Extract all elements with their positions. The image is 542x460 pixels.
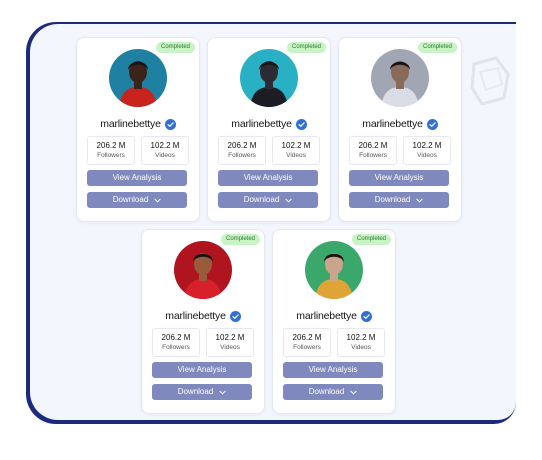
status-badge: Completed	[351, 234, 391, 245]
avatar-image	[174, 241, 232, 299]
followers-value: 206.2 M	[161, 333, 191, 342]
avatar-image	[240, 49, 298, 107]
followers-label: Followers	[293, 344, 321, 351]
profile-card: Completed marlinebettye 206.2 M Follower…	[76, 37, 200, 222]
followers-stat: 206.2 M Followers	[218, 136, 266, 165]
followers-stat: 206.2 M Followers	[152, 328, 200, 357]
view-analysis-label: View Analysis	[112, 173, 162, 182]
followers-label: Followers	[228, 152, 256, 159]
chevron-down-icon	[219, 390, 226, 394]
avatar-image	[371, 49, 429, 107]
avatar	[109, 49, 167, 107]
view-analysis-button[interactable]: View Analysis	[87, 170, 187, 186]
chevron-down-icon	[285, 198, 292, 202]
view-analysis-label: View Analysis	[243, 173, 293, 182]
download-button[interactable]: Download	[218, 192, 318, 208]
download-label: Download	[243, 195, 280, 204]
videos-label: Videos	[220, 344, 240, 351]
chevron-down-icon	[154, 198, 161, 202]
followers-value: 206.2 M	[358, 141, 388, 150]
view-analysis-button[interactable]: View Analysis	[349, 170, 449, 186]
name-row: marlinebettye	[142, 309, 264, 323]
avatar-image	[305, 241, 363, 299]
videos-stat: 102.2 M Videos	[337, 328, 385, 357]
videos-label: Videos	[155, 152, 175, 159]
view-analysis-button[interactable]: View Analysis	[152, 362, 252, 378]
download-label: Download	[308, 387, 345, 396]
view-analysis-label: View Analysis	[374, 173, 424, 182]
videos-value: 102.2 M	[215, 333, 245, 342]
followers-label: Followers	[97, 152, 125, 159]
chevron-down-icon	[350, 390, 357, 394]
followers-label: Followers	[359, 152, 387, 159]
view-analysis-label: View Analysis	[308, 365, 358, 374]
videos-stat: 102.2 M Videos	[272, 136, 320, 165]
videos-stat: 102.2 M Videos	[403, 136, 451, 165]
profile-name: marlinebettye	[362, 118, 423, 130]
download-button[interactable]: Download	[152, 384, 252, 400]
download-button[interactable]: Download	[87, 192, 187, 208]
videos-value: 102.2 M	[412, 141, 442, 150]
profile-card: Completed marlinebettye 206.2 M Follower…	[338, 37, 462, 222]
videos-value: 102.2 M	[346, 333, 376, 342]
name-row: marlinebettye	[339, 117, 461, 131]
videos-label: Videos	[351, 344, 371, 351]
name-row: marlinebettye	[77, 117, 199, 131]
profile-name: marlinebettye	[231, 118, 292, 130]
followers-label: Followers	[162, 344, 190, 351]
status-badge: Completed	[417, 42, 457, 53]
status-badge: Completed	[220, 234, 260, 245]
followers-value: 206.2 M	[292, 333, 322, 342]
profile-name: marlinebettye	[165, 310, 226, 322]
status-badge: Completed	[155, 42, 195, 53]
verified-badge-icon	[229, 310, 241, 322]
followers-stat: 206.2 M Followers	[349, 136, 397, 165]
verified-badge-icon	[164, 118, 176, 130]
profile-card: Completed marlinebettye 206.2 M Follower…	[272, 229, 396, 414]
verified-badge-icon	[295, 118, 307, 130]
avatar-image	[109, 49, 167, 107]
profile-card: Completed marlinebettye 206.2 M Follower…	[207, 37, 331, 222]
videos-label: Videos	[286, 152, 306, 159]
name-row: marlinebettye	[208, 117, 330, 131]
chevron-down-icon	[416, 198, 423, 202]
view-analysis-label: View Analysis	[177, 365, 227, 374]
verified-badge-icon	[360, 310, 372, 322]
status-badge: Completed	[286, 42, 326, 53]
videos-label: Videos	[417, 152, 437, 159]
videos-value: 102.2 M	[281, 141, 311, 150]
videos-stat: 102.2 M Videos	[141, 136, 189, 165]
followers-value: 206.2 M	[96, 141, 126, 150]
avatar	[174, 241, 232, 299]
profile-name: marlinebettye	[296, 310, 357, 322]
followers-value: 206.2 M	[227, 141, 257, 150]
verified-badge-icon	[426, 118, 438, 130]
decorative-shape-icon	[470, 56, 510, 106]
download-label: Download	[374, 195, 411, 204]
videos-value: 102.2 M	[150, 141, 180, 150]
view-analysis-button[interactable]: View Analysis	[283, 362, 383, 378]
download-button[interactable]: Download	[349, 192, 449, 208]
profile-name: marlinebettye	[100, 118, 161, 130]
followers-stat: 206.2 M Followers	[87, 136, 135, 165]
videos-stat: 102.2 M Videos	[206, 328, 254, 357]
avatar	[305, 241, 363, 299]
download-label: Download	[177, 387, 214, 396]
view-analysis-button[interactable]: View Analysis	[218, 170, 318, 186]
download-button[interactable]: Download	[283, 384, 383, 400]
name-row: marlinebettye	[273, 309, 395, 323]
profile-card: Completed marlinebettye 206.2 M Follower…	[141, 229, 265, 414]
avatar	[371, 49, 429, 107]
avatar	[240, 49, 298, 107]
followers-stat: 206.2 M Followers	[283, 328, 331, 357]
download-label: Download	[112, 195, 149, 204]
